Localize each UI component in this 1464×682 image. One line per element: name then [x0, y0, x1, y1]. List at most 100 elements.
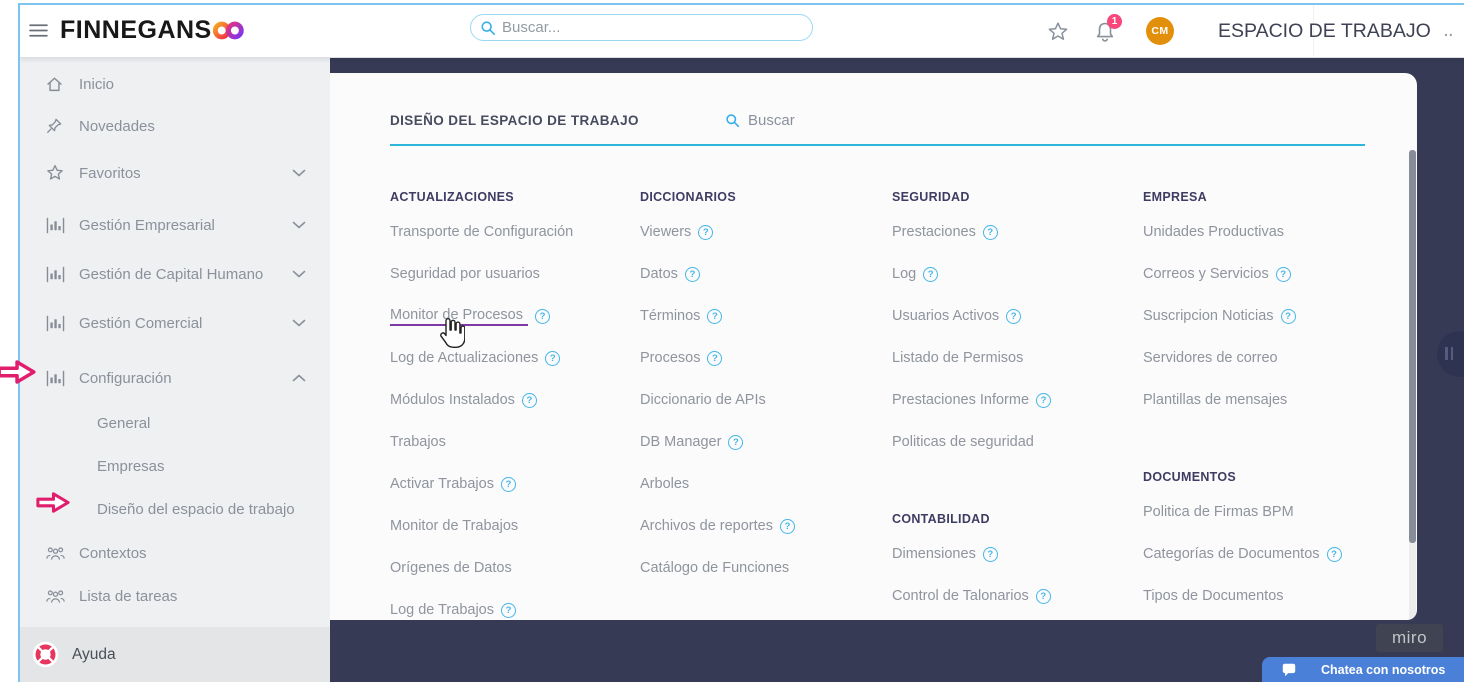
menu-link[interactable]: Correos y Servicios	[1143, 266, 1269, 282]
menu-link[interactable]: Términos	[640, 308, 700, 324]
sidebar-item-lista-de-tareas[interactable]: Lista de tareas	[20, 575, 330, 617]
help-icon[interactable]: ?	[545, 350, 561, 366]
menu-row: Orígenes de Datos	[390, 547, 632, 589]
menu-link[interactable]: Categorías de Documentos	[1143, 546, 1320, 562]
sidebar-item-ayuda[interactable]: Ayuda	[20, 627, 330, 682]
help-icon[interactable]: ?	[728, 434, 744, 450]
sidebar-item-favoritos[interactable]: Favoritos	[20, 152, 330, 194]
sidebar-item-contextos[interactable]: Contextos	[20, 532, 330, 574]
favorites-star-icon[interactable]	[1046, 20, 1070, 44]
help-icon[interactable]: ?	[923, 266, 939, 282]
chevron-up-icon[interactable]	[292, 374, 306, 383]
help-icon[interactable]: ?	[982, 546, 998, 562]
handle-grip-icon	[1445, 347, 1448, 360]
chat-button[interactable]: Chatea con nosotros	[1262, 657, 1464, 682]
menu-link[interactable]: Diccionario de APIs	[640, 392, 766, 408]
help-icon[interactable]: ?	[1326, 546, 1342, 562]
menu-link[interactable]: Log de Trabajos	[390, 602, 494, 618]
menu-link[interactable]: Plantillas de mensajes	[1143, 392, 1287, 408]
help-icon[interactable]: ?	[982, 224, 998, 240]
help-icon[interactable]: ?	[534, 308, 550, 324]
sidebar-item-empresas[interactable]: Empresas	[20, 445, 330, 487]
user-avatar[interactable]: CM	[1146, 17, 1174, 45]
help-icon[interactable]: ?	[707, 308, 723, 324]
menu-row: Politica de Firmas BPM	[1143, 491, 1385, 533]
help-icon[interactable]: ?	[1275, 266, 1291, 282]
search-icon	[725, 113, 740, 128]
miro-watermark[interactable]: miro	[1376, 624, 1443, 652]
help-icon[interactable]: ?	[698, 224, 714, 240]
notification-badge[interactable]: 1	[1107, 14, 1122, 29]
menu-row: Tipos de Documentos	[1143, 575, 1385, 617]
section-header: ACTUALIZACIONES	[390, 190, 514, 204]
menu-link[interactable]: Transporte de Configuración	[390, 224, 573, 240]
panel-search-input[interactable]: Buscar	[725, 112, 795, 129]
menu-link[interactable]: Datos	[640, 266, 678, 282]
help-icon[interactable]: ?	[779, 518, 795, 534]
people-icon	[45, 543, 68, 563]
menu-link[interactable]: Arboles	[640, 476, 689, 492]
global-search-input[interactable]: Buscar...	[470, 14, 813, 41]
menu-row: Listado de Permisos	[892, 337, 1134, 379]
menu-link[interactable]: Activar Trabajos	[390, 476, 494, 492]
menu-row: Viewers?	[640, 211, 882, 253]
menu-link[interactable]: Listado de Permisos	[892, 350, 1023, 366]
sidebar-item-gestion-de-capital-humano[interactable]: Gestión de Capital Humano	[20, 253, 330, 295]
menu-link[interactable]: Suscripcion Noticias	[1143, 308, 1274, 324]
section-header: SEGURIDAD	[892, 190, 970, 204]
menu-link[interactable]: Prestaciones	[892, 224, 976, 240]
menu-link[interactable]: Monitor de Trabajos	[390, 518, 518, 534]
sidebar-item-label: Configuración	[79, 369, 172, 387]
help-icon[interactable]: ?	[521, 392, 537, 408]
menu-link[interactable]: Politicas de seguridad	[892, 434, 1034, 450]
search-underline	[390, 144, 1365, 146]
menu-link[interactable]: Usuarios Activos	[892, 308, 999, 324]
help-icon[interactable]: ?	[1280, 308, 1296, 324]
sidebar-item-gestion-comercial[interactable]: Gestión Comercial	[20, 302, 330, 344]
menu-link[interactable]: Dimensiones	[892, 546, 976, 562]
menu-link[interactable]: Trabajos	[390, 434, 446, 450]
menu-link[interactable]: Prestaciones Informe	[892, 392, 1029, 408]
sidebar-item-gestion-empresarial[interactable]: Gestión Empresarial	[20, 204, 330, 246]
menu-link[interactable]: Orígenes de Datos	[390, 560, 512, 576]
chevron-down-icon[interactable]	[292, 221, 306, 230]
menu-link[interactable]: Módulos Instalados	[390, 392, 515, 408]
menu-link[interactable]: Servidores de correo	[1143, 350, 1278, 366]
menu-row: Dimensiones?	[892, 533, 1134, 575]
menu-link[interactable]: Log de Actualizaciones	[390, 350, 538, 366]
menu-link[interactable]: Procesos	[640, 350, 700, 366]
menu-link[interactable]: Control de Talonarios	[892, 588, 1029, 604]
chevron-down-icon[interactable]	[292, 319, 306, 328]
annotation-arrow-configuracion	[0, 359, 36, 385]
menu-link[interactable]: Tipos de Documentos	[1143, 588, 1284, 604]
help-icon[interactable]: ?	[1035, 588, 1051, 604]
help-icon[interactable]: ?	[1036, 392, 1052, 408]
menu-row: Monitor de Trabajos	[390, 505, 632, 547]
help-icon[interactable]: ?	[684, 266, 700, 282]
sidebar-item-configuracion[interactable]: Configuración	[20, 357, 330, 399]
menu-link[interactable]: Log	[892, 266, 916, 282]
sidebar-item-label: Diseño del espacio de trabajo	[97, 500, 295, 518]
sidebar-item-inicio[interactable]: Inicio	[20, 63, 330, 105]
menu-link[interactable]: Archivos de reportes	[640, 518, 773, 534]
panel-scrollbar-thumb[interactable]	[1409, 150, 1416, 543]
menu-link[interactable]: Politica de Firmas BPM	[1143, 504, 1294, 520]
chevron-down-icon[interactable]	[292, 270, 306, 279]
menu-link[interactable]: Catálogo de Funciones	[640, 560, 789, 576]
hamburger-menu-icon[interactable]	[29, 23, 48, 38]
help-icon[interactable]: ?	[501, 602, 516, 618]
sidebar-item-general[interactable]: General	[20, 402, 330, 444]
menu-link[interactable]: Seguridad por usuarios	[390, 266, 540, 282]
menu-link[interactable]: DB Manager	[640, 434, 721, 450]
menu-link[interactable]: Viewers	[640, 224, 691, 240]
help-icon[interactable]: ?	[707, 350, 723, 366]
sidebar-item-novedades[interactable]: Novedades	[20, 105, 330, 147]
finnegans-logo[interactable]: FINNEGANS	[60, 16, 212, 45]
help-icon[interactable]: ?	[500, 476, 516, 492]
help-icon[interactable]: ?	[1006, 308, 1022, 324]
people-icon	[45, 586, 68, 606]
menu-link[interactable]: Unidades Productivas	[1143, 224, 1284, 240]
menu-row: Seguridad por usuarios	[390, 253, 632, 295]
overflow-menu-dots[interactable]: ..	[1444, 23, 1454, 39]
chevron-down-icon[interactable]	[292, 169, 306, 178]
